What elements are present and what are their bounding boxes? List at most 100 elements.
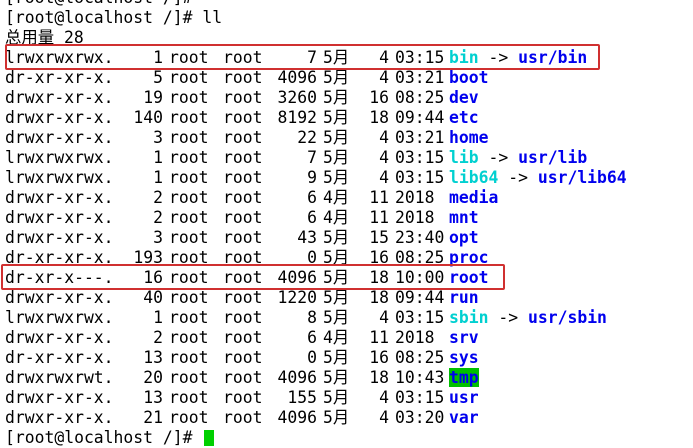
entry-group: root	[223, 388, 263, 407]
entry-owner: root	[169, 248, 209, 267]
entry-links: 13	[143, 388, 163, 407]
entry-filename: home	[449, 128, 489, 147]
entry-name: home	[449, 128, 488, 148]
total-line: 总用量 28	[5, 28, 84, 47]
entry-group: root	[223, 108, 263, 127]
symlink-arrow: ->	[498, 308, 519, 327]
entry-links: 2	[153, 188, 163, 207]
entry-day: 4	[379, 308, 389, 327]
entry-month: 5月	[323, 268, 350, 287]
entry-perm: lrwxrwxrwx.	[5, 308, 114, 327]
terminal-output: [root@localhost /]# [root@localhost /]# …	[5, 0, 693, 448]
entry-size: 7	[307, 148, 317, 167]
entry-day: 4	[379, 68, 389, 87]
entry-name: sys	[449, 348, 479, 368]
entry-name: bin -> usr/bin	[449, 48, 587, 68]
entry-time: 03:15	[395, 388, 445, 407]
entry-filename: bin	[449, 48, 479, 67]
entry-links: 3	[153, 228, 163, 247]
listing-row: drwxr-xr-x. 2 root root 6 4月 11 2018 media	[5, 188, 693, 208]
entry-perm: lrwxrwxrwx.	[5, 168, 114, 187]
entry-size: 0	[307, 248, 317, 267]
entry-month: 5月	[323, 348, 350, 367]
entry-group: root	[223, 348, 263, 367]
listing-row: dr-xr-xr-x. 5 root root 4096 5月 4 03:21 boot	[5, 68, 693, 88]
entry-day: 16	[369, 88, 389, 107]
entry-links: 21	[143, 408, 163, 427]
listing-row: lrwxrwxrwx. 1 root root 7 5月 4 03:15 lib -> usr/…	[5, 148, 693, 168]
entry-group: root	[223, 148, 263, 167]
entry-owner: root	[169, 88, 209, 107]
entry-time: 03:15	[395, 308, 445, 327]
symlink-arrow: ->	[488, 48, 509, 67]
entry-owner: root	[169, 148, 209, 167]
entry-size: 1220	[277, 288, 317, 307]
entry-filename: usr	[449, 388, 479, 407]
entry-day: 4	[379, 48, 389, 67]
entry-size: 8192	[277, 108, 317, 127]
entry-name: proc	[449, 248, 488, 268]
entry-links: 19	[143, 88, 163, 107]
entry-time: 03:15	[395, 48, 445, 67]
entry-month: 5月	[323, 368, 350, 387]
entry-perm: drwxr-xr-x.	[5, 208, 114, 227]
listing-row: drwxr-xr-x. 3 root root 43 5月 15 23:40 opt	[5, 228, 693, 248]
entry-name: sbin -> usr/sbin	[449, 308, 607, 328]
entry-group: root	[223, 128, 263, 147]
listing-row: drwxr-xr-x. 3 root root 22 5月 4 03:21 home	[5, 128, 693, 148]
current-prompt[interactable]: [root@localhost /]#	[5, 428, 693, 448]
entry-name: dev	[449, 88, 479, 108]
entry-links: 2	[153, 328, 163, 347]
listing-row: dr-xr-xr-x. 193 root root 0 5月 16 08:25 proc	[5, 248, 693, 268]
entry-name: run	[449, 288, 479, 308]
entry-filename: sbin	[449, 308, 489, 327]
entry-filename: lib64	[449, 168, 499, 187]
entry-links: 193	[133, 248, 163, 267]
entry-time: 03:15	[395, 148, 445, 167]
cursor-block	[204, 430, 215, 446]
entry-day: 4	[379, 168, 389, 187]
entry-month: 5月	[323, 408, 350, 427]
entry-name: tmp	[449, 368, 479, 388]
entry-time: 03:21	[395, 68, 445, 87]
entry-filename: tmp	[449, 368, 479, 387]
entry-links: 1	[153, 48, 163, 67]
entry-time: 10:43	[395, 368, 445, 387]
entry-owner: root	[169, 348, 209, 367]
entry-day: 18	[369, 268, 389, 287]
entry-name: media	[449, 188, 498, 208]
entry-perm: lrwxrwxrwx.	[5, 148, 114, 167]
entry-month: 5月	[323, 88, 350, 107]
entry-time: 09:44	[395, 108, 445, 127]
entry-perm: drwxr-xr-x.	[5, 128, 114, 147]
entry-month: 4月	[323, 328, 350, 347]
entry-filename: media	[449, 188, 499, 207]
entry-owner: root	[169, 128, 209, 147]
entry-owner: root	[169, 168, 209, 187]
entry-group: root	[223, 328, 263, 347]
entry-size: 3260	[277, 88, 317, 107]
entry-group: root	[223, 308, 263, 327]
previous-prompt: [root@localhost /]#	[5, 0, 693, 8]
entry-filename: lib	[449, 148, 479, 167]
entry-perm: drwxr-xr-x.	[5, 88, 114, 107]
entry-size: 155	[287, 388, 317, 407]
entry-size: 6	[307, 328, 317, 347]
entry-links: 13	[143, 348, 163, 367]
entry-day: 16	[369, 348, 389, 367]
entry-day: 18	[369, 288, 389, 307]
entry-day: 18	[369, 108, 389, 127]
entry-day: 18	[369, 368, 389, 387]
listing-row: drwxr-xr-x. 140 root root 8192 5月 18 09:44 etc	[5, 108, 693, 128]
symlink-target: usr/lib	[518, 148, 588, 167]
entry-group: root	[223, 188, 263, 207]
entry-month: 5月	[323, 288, 350, 307]
entry-filename: root	[449, 268, 489, 287]
entry-links: 140	[133, 108, 163, 127]
entry-time: 08:25	[395, 88, 445, 107]
entry-group: root	[223, 208, 263, 227]
entry-group: root	[223, 268, 263, 287]
entry-size: 8	[307, 308, 317, 327]
entry-links: 1	[153, 148, 163, 167]
entry-links: 16	[143, 268, 163, 287]
